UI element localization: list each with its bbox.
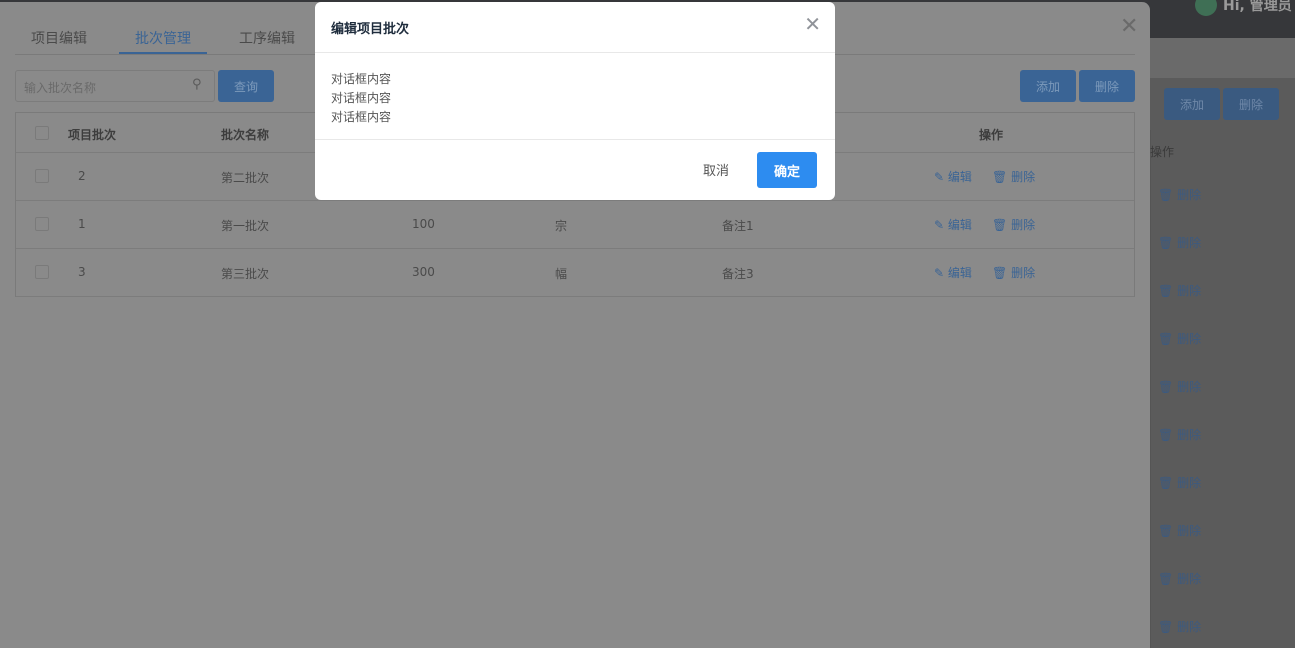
delete-label: 删除 bbox=[1011, 170, 1036, 184]
divider bbox=[315, 139, 835, 140]
delete-link[interactable]: 🗑 删除 bbox=[992, 216, 1035, 233]
delete-label: 删除 bbox=[1177, 524, 1202, 538]
header-actions: 操作 bbox=[979, 128, 1004, 142]
row-checkbox[interactable] bbox=[35, 217, 49, 231]
trash-icon: 🗑 bbox=[1158, 428, 1174, 442]
bg-row-delete-link[interactable]: 🗑 删除 bbox=[1158, 426, 1201, 443]
delete-label: 删除 bbox=[1177, 620, 1202, 634]
delete-label: 删除 bbox=[1011, 266, 1036, 280]
table-cell: 1 bbox=[78, 217, 86, 231]
tab-batch-management[interactable]: 批次管理 bbox=[135, 28, 191, 48]
bg-row-delete-link[interactable]: 🗑 删除 bbox=[1158, 570, 1201, 587]
tab-project-edit[interactable]: 项目编辑 bbox=[31, 28, 87, 48]
trash-icon: 🗑 bbox=[1158, 236, 1174, 250]
tab-process-edit[interactable]: 工序编辑 bbox=[239, 28, 295, 48]
dialog-body-line: 对话框内容 bbox=[331, 91, 392, 105]
trash-icon: 🗑 bbox=[992, 266, 1008, 280]
delete-label: 删除 bbox=[1011, 218, 1036, 232]
bg-add-button[interactable]: 添加 bbox=[1164, 88, 1220, 120]
table-cell: 100 bbox=[412, 217, 435, 231]
edit-label: 编辑 bbox=[947, 266, 972, 280]
trash-icon: 🗑 bbox=[992, 170, 1008, 184]
add-button[interactable]: 添加 bbox=[1020, 70, 1076, 102]
bg-row-delete-link[interactable]: 🗑 删除 bbox=[1158, 618, 1201, 635]
trash-icon: 🗑 bbox=[1158, 380, 1174, 394]
batch-search-input[interactable]: 输入批次名称 bbox=[15, 70, 215, 102]
bg-row-delete-link[interactable]: 🗑 删除 bbox=[1158, 186, 1201, 203]
table-cell: 2 bbox=[78, 169, 86, 183]
dialog-body: 对话框内容 对话框内容 对话框内容 bbox=[331, 70, 391, 127]
bg-delete-button[interactable]: 删除 bbox=[1223, 88, 1279, 120]
pencil-icon: ✎ bbox=[934, 170, 945, 184]
close-icon[interactable]: ✕ bbox=[804, 14, 821, 34]
edit-label: 编辑 bbox=[947, 170, 972, 184]
delete-link[interactable]: 🗑 删除 bbox=[992, 264, 1035, 281]
edit-link[interactable]: ✎ 编辑 bbox=[934, 168, 972, 185]
table-row: 1 第一批次 100 宗 备注1 ✎ 编辑 🗑 删除 bbox=[16, 201, 1134, 249]
bg-row-delete-link[interactable]: 🗑 删除 bbox=[1158, 282, 1201, 299]
row-checkbox[interactable] bbox=[35, 265, 49, 279]
delete-label: 删除 bbox=[1177, 380, 1202, 394]
table-cell: 第三批次 bbox=[221, 267, 270, 281]
user-greeting: Hi, 管理员 bbox=[1223, 0, 1292, 14]
trash-icon: 🗑 bbox=[992, 218, 1008, 232]
bg-row-delete-link[interactable]: 🗑 删除 bbox=[1158, 234, 1201, 251]
delete-label: 删除 bbox=[1177, 476, 1202, 490]
header-batch-no: 项目批次 bbox=[68, 128, 117, 142]
delete-label: 删除 bbox=[1177, 332, 1202, 346]
delete-label: 删除 bbox=[1177, 428, 1202, 442]
table-cell: 第二批次 bbox=[221, 171, 270, 185]
query-button[interactable]: 查询 bbox=[218, 70, 274, 102]
bg-ops-header: 操作 bbox=[1150, 145, 1175, 159]
edit-link[interactable]: ✎ 编辑 bbox=[934, 216, 972, 233]
edit-link[interactable]: ✎ 编辑 bbox=[934, 264, 972, 281]
delete-label: 删除 bbox=[1177, 284, 1202, 298]
bg-row-delete-link[interactable]: 🗑 删除 bbox=[1158, 522, 1201, 539]
table-cell: 备注3 bbox=[722, 267, 754, 281]
delete-button[interactable]: 删除 bbox=[1079, 70, 1135, 102]
dialog-title: 编辑项目批次 bbox=[331, 22, 410, 37]
table-cell: 宗 bbox=[555, 219, 568, 233]
pencil-icon: ✎ bbox=[934, 266, 945, 280]
pencil-icon: ✎ bbox=[934, 218, 945, 232]
trash-icon: 🗑 bbox=[1158, 188, 1174, 202]
delete-label: 删除 bbox=[1177, 188, 1202, 202]
table-cell: 备注1 bbox=[722, 219, 754, 233]
edit-label: 编辑 bbox=[947, 218, 972, 232]
table-cell: 3 bbox=[78, 265, 86, 279]
active-tab-indicator bbox=[119, 52, 207, 54]
trash-icon: 🗑 bbox=[1158, 572, 1174, 586]
user-menu[interactable]: Hi, 管理员 bbox=[1195, 0, 1292, 16]
divider bbox=[315, 52, 835, 53]
row-checkbox[interactable] bbox=[35, 169, 49, 183]
bg-row-delete-link[interactable]: 🗑 删除 bbox=[1158, 330, 1201, 347]
table-row: 3 第三批次 300 幅 备注3 ✎ 编辑 🗑 删除 bbox=[16, 249, 1134, 297]
table-cell: 第一批次 bbox=[221, 219, 270, 233]
bg-row-delete-link[interactable]: 🗑 删除 bbox=[1158, 378, 1201, 395]
dialog-body-line: 对话框内容 bbox=[331, 110, 392, 124]
cancel-button[interactable]: 取消 bbox=[691, 152, 741, 186]
delete-link[interactable]: 🗑 删除 bbox=[992, 168, 1035, 185]
trash-icon: 🗑 bbox=[1158, 284, 1174, 298]
dialog-body-line: 对话框内容 bbox=[331, 72, 392, 86]
table-cell: 幅 bbox=[555, 267, 568, 281]
select-all-checkbox[interactable] bbox=[35, 126, 49, 140]
trash-icon: 🗑 bbox=[1158, 620, 1174, 634]
trash-icon: 🗑 bbox=[1158, 524, 1174, 538]
bg-row-delete-link[interactable]: 🗑 删除 bbox=[1158, 474, 1201, 491]
trash-icon: 🗑 bbox=[1158, 332, 1174, 346]
edit-batch-dialog: 编辑项目批次 ✕ 对话框内容 对话框内容 对话框内容 取消 确定 bbox=[315, 2, 835, 200]
avatar bbox=[1195, 0, 1217, 16]
confirm-button[interactable]: 确定 bbox=[757, 152, 817, 188]
header-batch-name: 批次名称 bbox=[221, 128, 270, 142]
table-cell: 300 bbox=[412, 265, 435, 279]
delete-label: 删除 bbox=[1177, 572, 1202, 586]
delete-label: 删除 bbox=[1177, 236, 1202, 250]
trash-icon: 🗑 bbox=[1158, 476, 1174, 490]
